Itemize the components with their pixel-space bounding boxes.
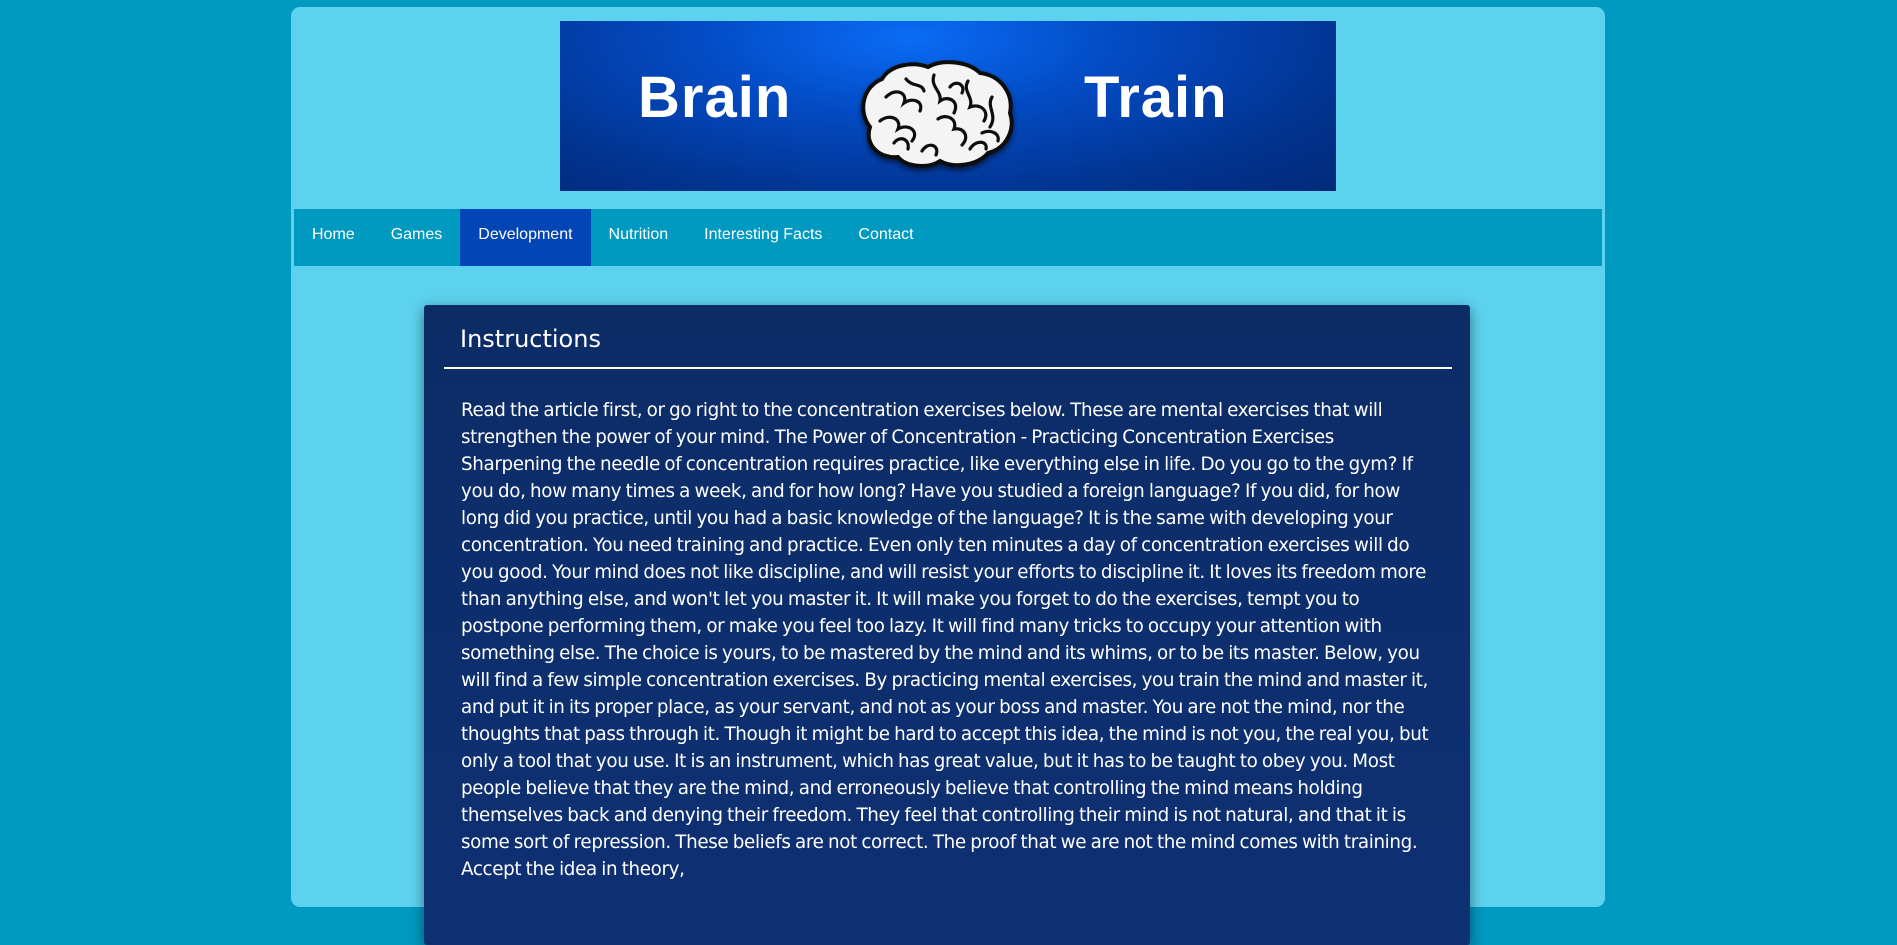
instructions-card: Instructions Read the article first, or … [424,305,1470,945]
banner-word-train: Train [1084,65,1228,130]
nav-item-nutrition[interactable]: Nutrition [591,209,687,266]
nav-item-home[interactable]: Home [294,209,373,266]
article-text: Read the article first, or go right to t… [461,400,1429,880]
title-divider [444,367,1452,369]
nav-item-interesting-facts[interactable]: Interesting Facts [686,209,840,266]
nav-item-development[interactable]: Development [460,209,591,266]
brain-icon [861,60,1014,168]
page-container: Brain Train Home Games Development Nutri… [291,7,1605,945]
nav-item-contact[interactable]: Contact [840,209,931,266]
main-nav: Home Games Development Nutrition Interes… [294,209,1602,266]
card-title: Instructions [460,325,601,353]
banner-word-brain: Brain [638,65,792,130]
nav-item-games[interactable]: Games [373,209,461,266]
site-banner[interactable]: Brain Train [560,21,1336,191]
